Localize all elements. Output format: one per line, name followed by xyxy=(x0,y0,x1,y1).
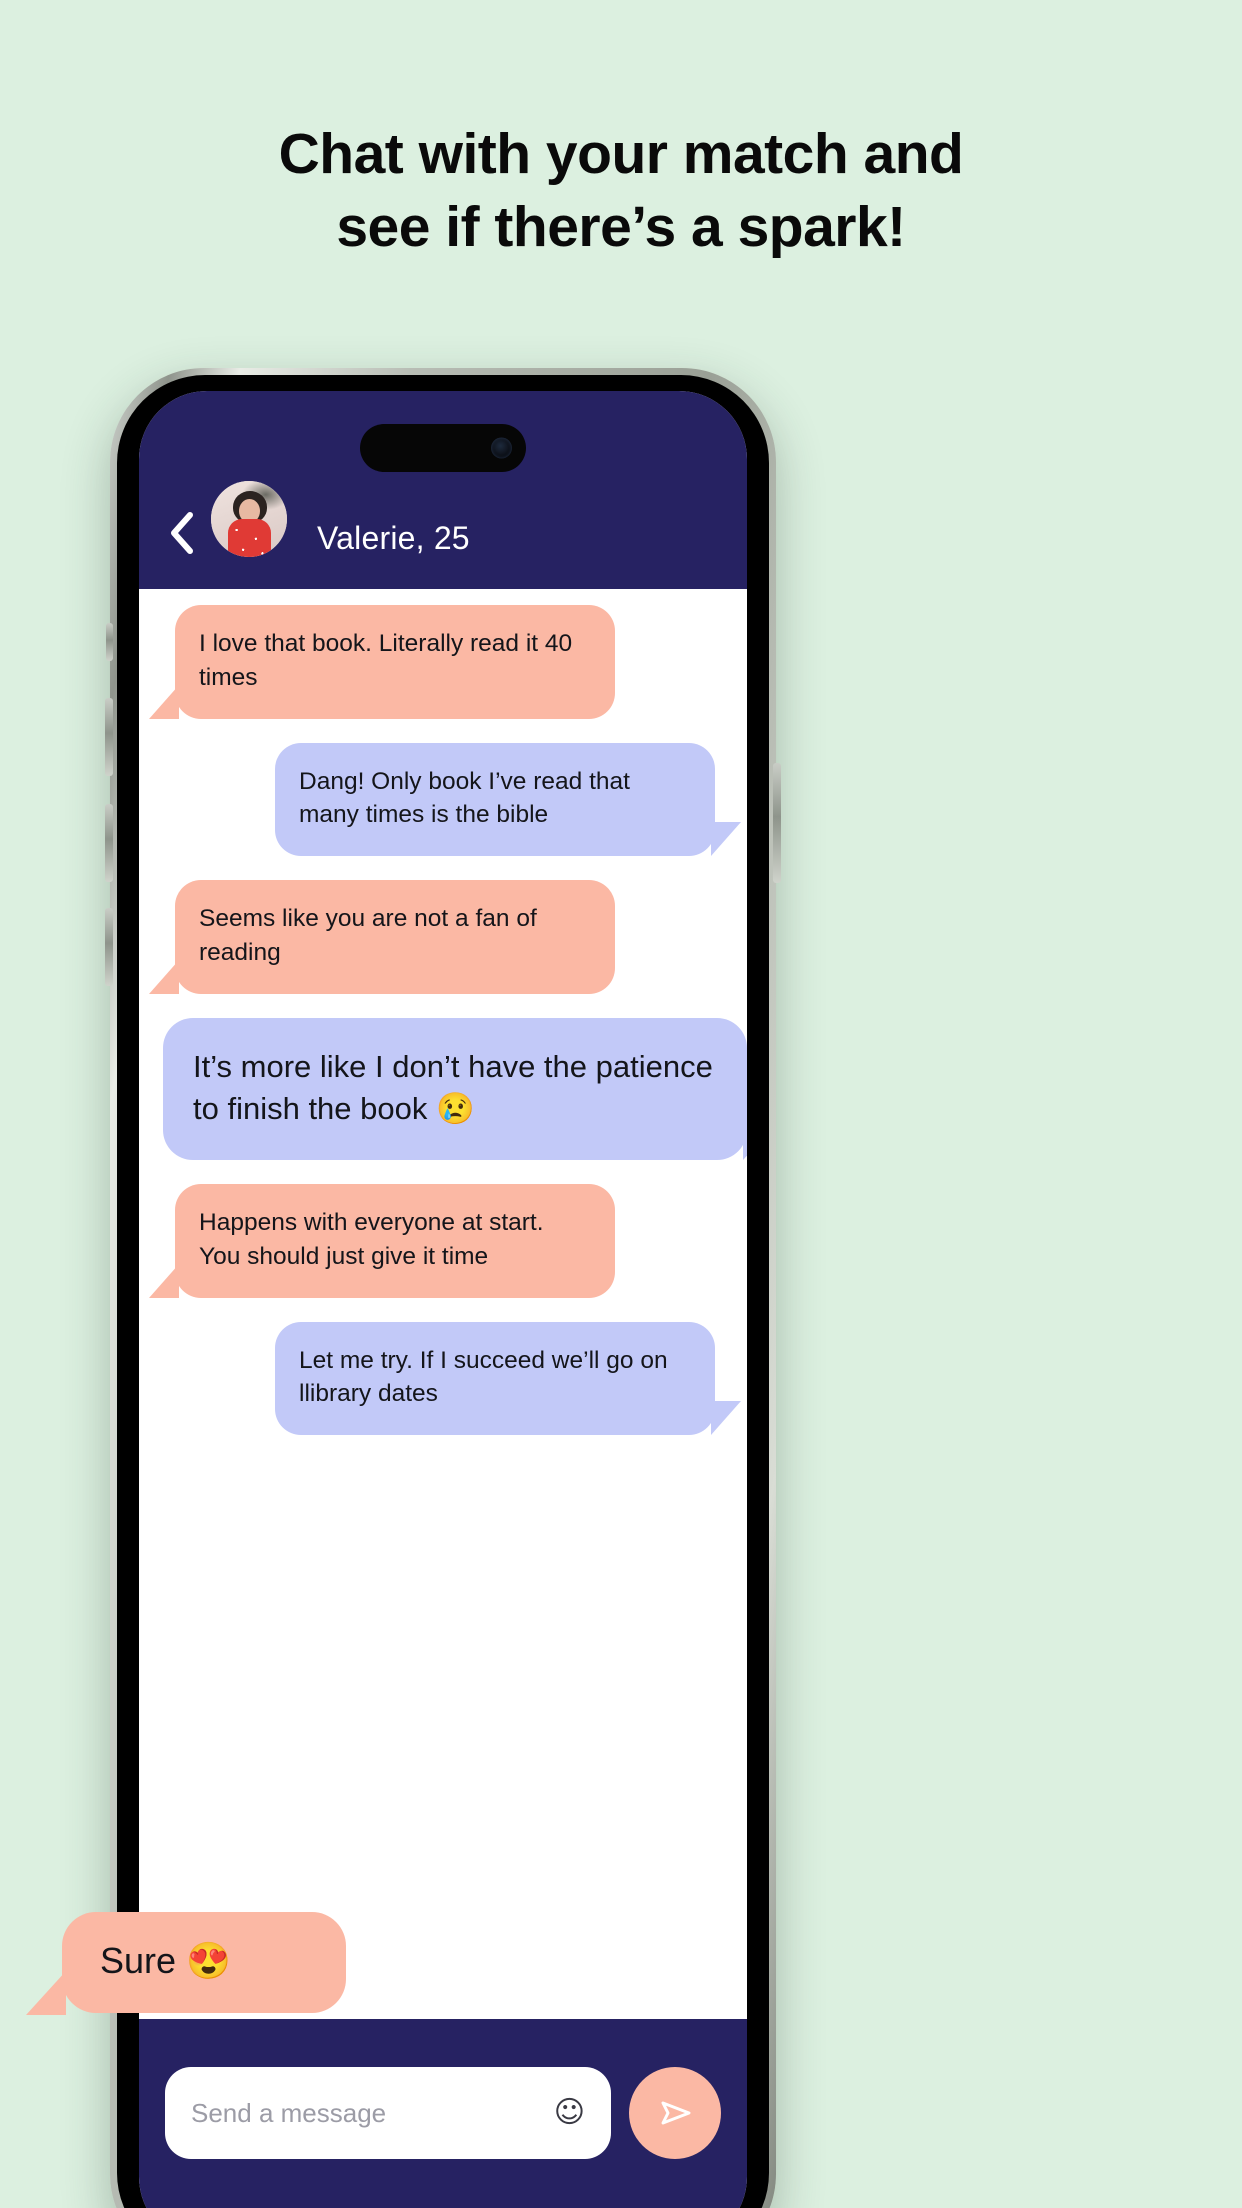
message-bubble-outgoing: Let me try. If I succeed we’ll go on lli… xyxy=(275,1321,741,1436)
message-row: Dang! Only book I’ve read that many time… xyxy=(139,742,747,857)
page-title-line-1: Chat with your match and xyxy=(278,122,964,186)
message-bubble-incoming: I love that book. Literally read it 40 t… xyxy=(149,605,615,719)
match-avatar[interactable] xyxy=(211,481,287,557)
message-bubble-floating: Sure 😍 xyxy=(26,1912,346,2015)
message-composer: Send a message ☺ xyxy=(139,2019,747,2208)
message-input[interactable]: Send a message ☺ xyxy=(165,2067,611,2159)
phone-mockup: Valerie, 25 I love that book. Literally … xyxy=(26,368,781,2208)
message-row: Seems like you are not a fan of reading xyxy=(139,880,747,994)
message-bubble-incoming: Happens with everyone at start. You shou… xyxy=(149,1184,615,1298)
power-button[interactable] xyxy=(773,763,781,883)
message-input-placeholder: Send a message xyxy=(191,2097,387,2128)
extra-side-button[interactable] xyxy=(105,908,113,986)
message-bubble-floating-text: Sure 😍 xyxy=(100,1940,231,1981)
front-camera-icon xyxy=(491,437,512,459)
emoji-picker-icon[interactable]: ☺ xyxy=(554,2098,585,2128)
message-row: Happens with everyone at start. You shou… xyxy=(139,1184,747,1298)
silent-switch[interactable] xyxy=(106,623,113,661)
message-row: I love that book. Literally read it 40 t… xyxy=(139,605,747,719)
volume-up-button[interactable] xyxy=(105,698,113,776)
dynamic-island xyxy=(360,424,526,472)
message-bubble-outgoing-emphasized: It’s more like I don’t have the patience… xyxy=(163,1017,747,1161)
message-list[interactable]: I love that book. Literally read it 40 t… xyxy=(139,589,747,2019)
message-row: It’s more like I don’t have the patience… xyxy=(139,1017,747,1161)
match-name: Valerie, 25 xyxy=(317,520,470,556)
message-row: Let me try. If I succeed we’ll go on lli… xyxy=(139,1321,747,1436)
back-button[interactable] xyxy=(161,509,201,557)
page-title-line-2: see if there’s a spark! xyxy=(336,194,906,259)
chevron-left-icon xyxy=(168,511,194,555)
send-button[interactable] xyxy=(629,2067,721,2159)
volume-down-button[interactable] xyxy=(105,804,113,882)
message-bubble-incoming: Seems like you are not a fan of reading xyxy=(149,880,615,994)
message-bubble-outgoing: Dang! Only book I’ve read that many time… xyxy=(275,742,741,857)
page-title: Chat with your match and see if there’s … xyxy=(0,118,1242,264)
send-icon xyxy=(653,2091,697,2135)
chat-header: Valerie, 25 xyxy=(139,391,747,589)
